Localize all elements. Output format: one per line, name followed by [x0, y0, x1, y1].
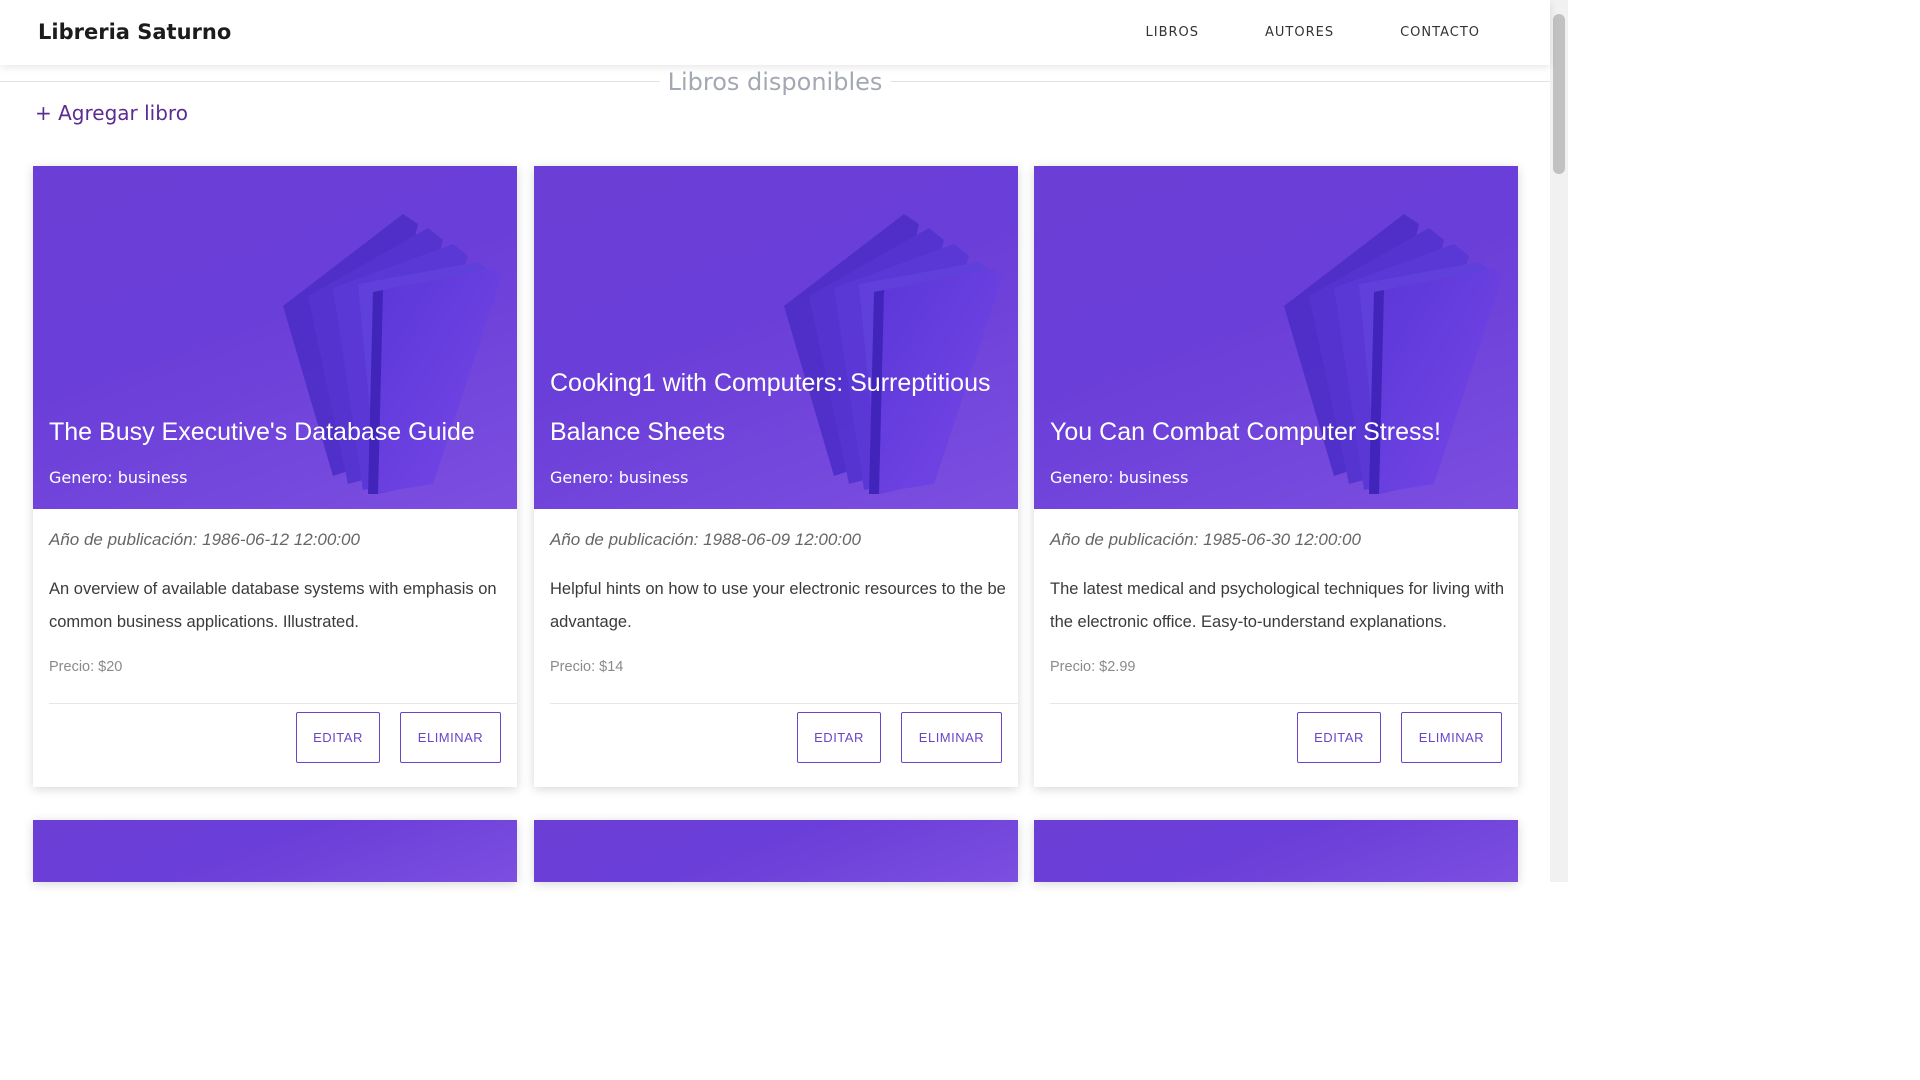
- book-title: The Busy Executive's Database Guide: [49, 418, 475, 446]
- book-card-partial: [1034, 820, 1518, 882]
- books-illustration-icon: [283, 214, 501, 494]
- book-cover-image: The Busy Executive's Database Guide Gene…: [33, 166, 517, 509]
- book-published-date: Año de publicación: 1988-06-09 12:00:00: [550, 530, 861, 549]
- delete-button[interactable]: ELIMINAR: [400, 712, 501, 763]
- nav-link-libros[interactable]: LIBROS: [1146, 25, 1200, 40]
- edit-button[interactable]: EDITAR: [797, 712, 881, 763]
- book-genre: Genero: business: [49, 468, 188, 487]
- edit-button[interactable]: EDITAR: [296, 712, 380, 763]
- book-price: Precio: $20: [49, 659, 123, 675]
- book-cover-image: Cooking1 with Computers: Surreptitious B…: [534, 166, 1018, 509]
- delete-button[interactable]: ELIMINAR: [901, 712, 1002, 763]
- delete-button[interactable]: ELIMINAR: [1401, 712, 1502, 763]
- top-navbar: Libreria Saturno LIBROS AUTORES CONTACTO: [0, 0, 1550, 65]
- section-title: Libros disponibles: [659, 68, 891, 96]
- book-card: The Busy Executive's Database Guide Gene…: [33, 166, 517, 787]
- book-card: Cooking1 with Computers: Surreptitious B…: [534, 166, 1018, 787]
- nav-link-contacto[interactable]: CONTACTO: [1400, 25, 1480, 40]
- book-card: You Can Combat Computer Stress! Genero: …: [1034, 166, 1518, 787]
- books-illustration-icon: [1284, 214, 1502, 494]
- brand-logo[interactable]: Libreria Saturno: [38, 20, 231, 44]
- nav-links: LIBROS AUTORES CONTACTO: [1080, 25, 1481, 40]
- book-title: Cooking1 with Computers: Surreptitious B…: [550, 369, 991, 446]
- book-cover-image: [534, 820, 1018, 882]
- book-cover-image: [33, 820, 517, 882]
- book-cover-image: [1034, 820, 1518, 882]
- book-cover-image: You Can Combat Computer Stress! Genero: …: [1034, 166, 1518, 509]
- book-card-partial: [33, 820, 517, 882]
- book-price: Precio: $14: [550, 659, 624, 675]
- book-genre: Genero: business: [1050, 468, 1189, 487]
- add-book-link[interactable]: + Agregar libro: [35, 101, 188, 125]
- book-description: An overview of available database system…: [49, 580, 497, 631]
- card-divider: [1050, 703, 1518, 704]
- vertical-scrollbar[interactable]: [1550, 0, 1568, 882]
- book-title: You Can Combat Computer Stress!: [1050, 418, 1441, 446]
- nav-link-autores[interactable]: AUTORES: [1265, 25, 1334, 40]
- book-description: The latest medical and psychological tec…: [1050, 580, 1504, 631]
- book-card-partial: [534, 820, 1018, 882]
- book-genre: Genero: business: [550, 468, 689, 487]
- scrollbar-thumb[interactable]: [1553, 14, 1565, 174]
- book-description: Helpful hints on how to use your electro…: [550, 580, 1006, 631]
- book-published-date: Año de publicación: 1985-06-30 12:00:00: [1050, 530, 1361, 549]
- edit-button[interactable]: EDITAR: [1297, 712, 1381, 763]
- card-divider: [49, 703, 517, 704]
- book-published-date: Año de publicación: 1986-06-12 12:00:00: [49, 530, 360, 549]
- section-header: Libros disponibles: [0, 66, 1550, 100]
- card-divider: [550, 703, 1018, 704]
- books-illustration-icon: [784, 214, 1002, 494]
- book-price: Precio: $2.99: [1050, 659, 1136, 675]
